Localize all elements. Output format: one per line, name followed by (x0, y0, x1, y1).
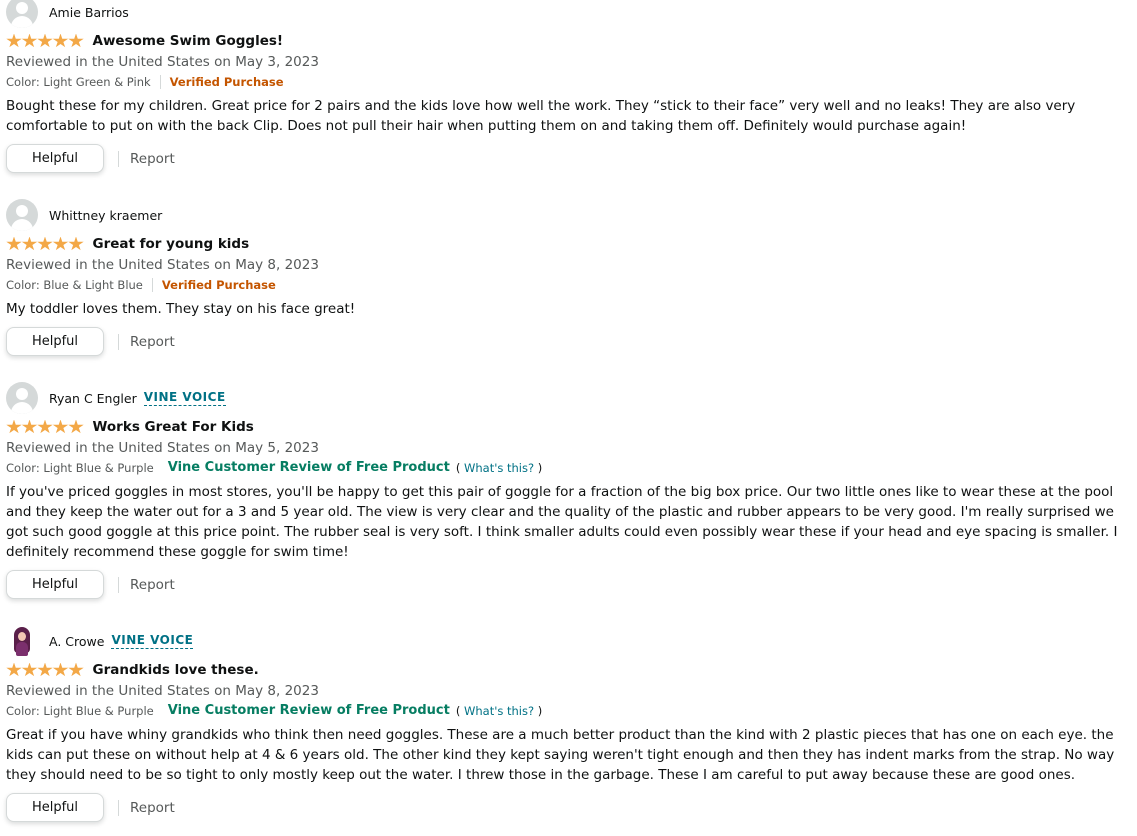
star-icon (6, 33, 22, 48)
star-rating[interactable] (6, 236, 84, 252)
star-rating[interactable] (6, 33, 84, 49)
helpful-button[interactable]: Helpful (6, 144, 104, 173)
reviewer-name: Whittney kraemer (49, 207, 163, 223)
star-rating[interactable] (6, 662, 84, 678)
review-title[interactable]: Works Great For Kids (93, 419, 254, 435)
vine-voice-badge[interactable]: VINE VOICE (111, 633, 194, 649)
divider (118, 333, 119, 350)
paren-close: ) (537, 703, 543, 718)
variant-color[interactable]: Color: Light Green & Pink (6, 75, 151, 89)
review-body: If you've priced goggles in most stores,… (6, 484, 1118, 560)
review-card: A. Crowe VINE VOICE Grandkids love these… (6, 625, 1137, 836)
star-icon (68, 419, 84, 434)
verified-purchase-badge: Verified Purchase (169, 75, 284, 89)
reviewer-profile[interactable]: Ryan C Engler VINE VOICE (6, 382, 226, 414)
variant-color[interactable]: Color: Light Blue & Purple (6, 704, 154, 718)
report-link[interactable]: Report (130, 151, 175, 167)
review-body: Bought these for my children. Great pric… (6, 98, 1076, 134)
reviewer-name: Ryan C Engler (49, 390, 137, 406)
review-card: Ryan C Engler VINE VOICE Works Great For… (6, 382, 1137, 613)
review-card: Amie Barrios Awesome Swim Goggles! Revie… (6, 0, 1137, 177)
star-icon (37, 236, 53, 251)
whats-this-link[interactable]: ( What's this? ) (456, 704, 542, 718)
report-link[interactable]: Report (130, 800, 175, 816)
star-icon (52, 33, 69, 48)
avatar (6, 382, 38, 414)
star-icon (21, 662, 38, 677)
star-icon (68, 33, 84, 48)
divider (118, 799, 119, 816)
report-link[interactable]: Report (130, 577, 175, 593)
helpful-button[interactable]: Helpful (6, 793, 104, 822)
reviewer-profile[interactable]: A. Crowe VINE VOICE (6, 625, 194, 657)
review-body: Great if you have whiny grandkids who th… (6, 727, 1115, 783)
variant-color[interactable]: Color: Light Blue & Purple (6, 461, 154, 475)
whats-this-label[interactable]: What's this? (464, 461, 534, 475)
star-icon (37, 662, 53, 677)
review-title[interactable]: Awesome Swim Goggles! (93, 33, 284, 49)
star-icon (52, 419, 69, 434)
star-icon (6, 236, 22, 251)
review-title[interactable]: Grandkids love these. (93, 662, 259, 678)
star-icon (21, 419, 38, 434)
divider (159, 75, 161, 89)
star-rating[interactable] (6, 419, 84, 435)
vine-voice-badge[interactable]: VINE VOICE (143, 390, 226, 406)
review-body: My toddler loves them. They stay on his … (6, 301, 356, 317)
star-icon (6, 662, 22, 677)
reviewer-profile[interactable]: Whittney kraemer (6, 199, 163, 231)
star-icon (68, 662, 84, 677)
divider (118, 576, 119, 593)
review-date: Reviewed in the United States on May 8, … (6, 257, 319, 273)
review-date: Reviewed in the United States on May 3, … (6, 54, 319, 70)
star-icon (37, 419, 53, 434)
paren-close: ) (537, 460, 543, 475)
helpful-button[interactable]: Helpful (6, 570, 104, 599)
whats-this-label[interactable]: What's this? (464, 704, 534, 718)
review-title[interactable]: Great for young kids (93, 236, 250, 252)
vine-review-badge: Vine Customer Review of Free Product (167, 460, 450, 475)
verified-purchase-badge: Verified Purchase (161, 278, 276, 292)
star-icon (6, 419, 22, 434)
review-card: Whittney kraemer Great for young kids Re… (6, 199, 1137, 360)
review-date: Reviewed in the United States on May 8, … (6, 683, 319, 699)
divider (118, 150, 119, 167)
report-link[interactable]: Report (130, 334, 175, 350)
star-icon (68, 236, 84, 251)
paren-open: ( (455, 460, 461, 475)
reviewer-name: A. Crowe (49, 633, 105, 649)
review-date: Reviewed in the United States on May 5, … (6, 440, 319, 456)
avatar (6, 199, 38, 231)
vine-review-badge: Vine Customer Review of Free Product (167, 703, 450, 718)
star-icon (52, 662, 69, 677)
variant-color[interactable]: Color: Blue & Light Blue (6, 278, 143, 292)
star-icon (21, 33, 38, 48)
divider (151, 278, 153, 292)
avatar (6, 625, 38, 657)
star-icon (37, 33, 53, 48)
avatar (6, 0, 38, 28)
helpful-button[interactable]: Helpful (6, 327, 104, 356)
paren-open: ( (455, 703, 461, 718)
reviewer-name: Amie Barrios (49, 4, 129, 20)
star-icon (21, 236, 38, 251)
whats-this-link[interactable]: ( What's this? ) (456, 461, 542, 475)
reviewer-profile[interactable]: Amie Barrios (6, 0, 129, 28)
star-icon (52, 236, 69, 251)
